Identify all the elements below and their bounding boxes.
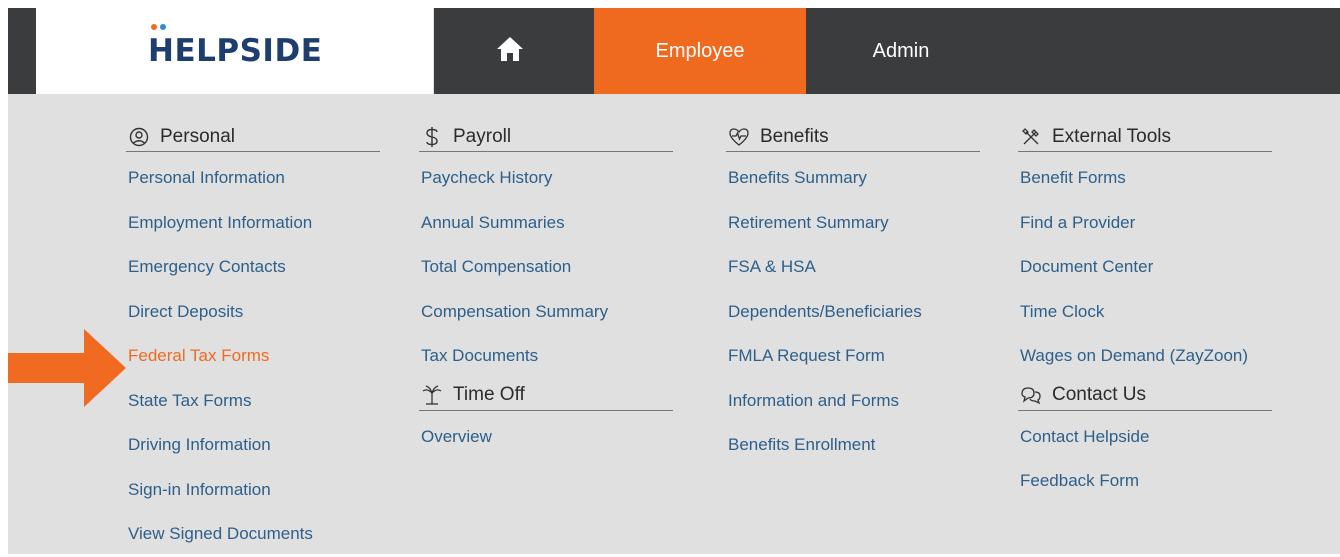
menu-section-contact-us: Contact Us Contact Helpside Feedback For… [1018,381,1272,504]
menu-column-payroll: Payroll Paycheck History Annual Summarie… [419,122,673,459]
nav-tab-admin-label: Admin [872,39,930,62]
tools-icon [1020,126,1042,148]
logo-area[interactable]: HELPSIDE [36,8,434,94]
nav-home-button[interactable] [426,8,594,94]
payroll-links: Paycheck History Annual Summaries Total … [419,156,673,379]
time-off-links: Overview [419,415,673,460]
section-title-personal: Personal [160,125,235,147]
menu-link-wages-on-demand[interactable]: Wages on Demand (ZayZoon) [1020,334,1272,379]
menu-link-feedback-form[interactable]: Feedback Form [1020,459,1272,504]
menu-column-personal: Personal Personal Information Employment… [126,122,380,557]
menu-link-paycheck-history[interactable]: Paycheck History [421,156,673,201]
menu-link-annual-summaries[interactable]: Annual Summaries [421,201,673,246]
menu-link-sign-in-information[interactable]: Sign-in Information [128,468,380,513]
section-title-payroll: Payroll [453,125,512,147]
menu-link-personal-information[interactable]: Personal Information [128,156,380,201]
menu-link-time-clock[interactable]: Time Clock [1020,290,1272,335]
nav-tab-employee-label: Employee [655,39,745,62]
home-icon [495,35,525,68]
menu-link-benefit-forms[interactable]: Benefit Forms [1020,156,1272,201]
menu-column-external-tools: External Tools Benefit Forms Find a Prov… [1018,122,1272,504]
menu-link-contact-helpside[interactable]: Contact Helpside [1020,415,1272,460]
section-header-benefits: Benefits [726,122,980,152]
menu-link-emergency-contacts[interactable]: Emergency Contacts [128,245,380,290]
menu-link-direct-deposits[interactable]: Direct Deposits [128,290,380,335]
menu-link-driving-information[interactable]: Driving Information [128,423,380,468]
section-header-external-tools: External Tools [1018,122,1272,152]
logo-dot-orange [151,24,157,30]
menu-link-retirement-summary[interactable]: Retirement Summary [728,201,980,246]
section-header-payroll: Payroll [419,122,673,152]
section-header-time-off: Time Off [419,381,673,411]
menu-section-time-off: Time Off Overview [419,381,673,460]
section-title-benefits: Benefits [760,125,829,147]
palm-tree-icon [421,384,443,406]
menu-link-benefits-enrollment[interactable]: Benefits Enrollment [728,423,980,468]
top-navigation-bar: HELPSIDE Employee Admin [8,8,1340,94]
menu-link-fsa-hsa[interactable]: FSA & HSA [728,245,980,290]
menu-link-total-compensation[interactable]: Total Compensation [421,245,673,290]
logo-dot-blue [160,24,166,30]
menu-column-benefits: Benefits Benefits Summary Retirement Sum… [726,122,980,468]
menu-link-compensation-summary[interactable]: Compensation Summary [421,290,673,335]
employee-mega-menu: Personal Personal Information Employment… [8,94,1340,554]
heart-pulse-icon [728,126,750,148]
menu-link-tax-documents[interactable]: Tax Documents [421,334,673,379]
section-title-time-off: Time Off [453,384,525,405]
menu-link-employment-information[interactable]: Employment Information [128,201,380,246]
benefits-links: Benefits Summary Retirement Summary FSA … [726,156,980,468]
section-title-external-tools: External Tools [1052,125,1171,147]
menu-link-benefits-summary[interactable]: Benefits Summary [728,156,980,201]
menu-link-fmla-request-form[interactable]: FMLA Request Form [728,334,980,379]
nav-tab-admin[interactable]: Admin [806,8,996,94]
menu-link-view-signed-documents[interactable]: View Signed Documents [128,512,380,557]
dollar-icon [421,126,443,148]
chat-bubbles-icon [1020,384,1042,406]
contact-us-links: Contact Helpside Feedback Form [1018,415,1272,504]
menu-link-state-tax-forms[interactable]: State Tax Forms [128,379,380,424]
section-header-contact-us: Contact Us [1018,381,1272,411]
external-tools-links: Benefit Forms Find a Provider Document C… [1018,156,1272,379]
menu-link-find-a-provider[interactable]: Find a Provider [1020,201,1272,246]
menu-link-overview[interactable]: Overview [421,415,673,460]
menu-link-federal-tax-forms[interactable]: Federal Tax Forms [128,334,380,379]
menu-link-dependents-beneficiaries[interactable]: Dependents/Beneficiaries [728,290,980,335]
menu-link-information-and-forms[interactable]: Information and Forms [728,379,980,424]
section-title-contact-us: Contact Us [1052,384,1146,405]
user-circle-icon [128,126,150,148]
helpside-logo: HELPSIDE [148,33,323,69]
nav-tab-employee[interactable]: Employee [594,8,806,94]
section-header-personal: Personal [126,122,380,152]
frame-margin [0,0,8,554]
menu-link-document-center[interactable]: Document Center [1020,245,1272,290]
personal-links: Personal Information Employment Informat… [126,156,380,557]
arrow-right-icon [8,329,126,412]
